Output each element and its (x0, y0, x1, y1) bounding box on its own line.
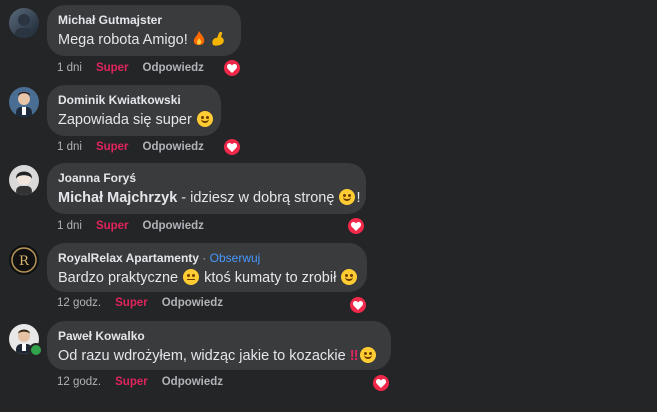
comment-bubble: Joanna Foryś Michał Majchrzyk - idziesz … (47, 163, 366, 214)
comment-bubble: Paweł Kowalko Od razu wdrożyłem, widząc … (47, 321, 391, 370)
fire-emoji-icon (192, 31, 206, 47)
avatar[interactable] (9, 87, 39, 117)
timestamp[interactable]: 1 dni (57, 62, 82, 74)
smile-emoji-icon (339, 189, 356, 205)
reply-button[interactable]: Odpowiedz (143, 220, 204, 232)
heart-reaction-icon[interactable] (371, 373, 391, 393)
timestamp[interactable]: 12 godz. (57, 376, 101, 388)
reply-button[interactable]: Odpowiedz (143, 62, 204, 74)
avatar[interactable] (9, 165, 39, 195)
comment-text: Zapowiada się super (58, 111, 213, 130)
double-exclamation-icon: ‼ (349, 348, 359, 364)
like-button[interactable]: Super (96, 141, 129, 153)
avatar[interactable]: R (9, 245, 39, 275)
follow-button[interactable]: Obserwuj (210, 251, 261, 265)
comment-text: Mega robota Amigo! (58, 31, 229, 50)
comment-actions: 12 godz. Super Odpowiedz (57, 376, 223, 388)
comment-actions: 1 dni Super Odpowiedz (57, 62, 204, 74)
svg-text:R: R (19, 254, 30, 269)
grin-emoji-icon (341, 269, 358, 285)
timestamp[interactable]: 1 dni (57, 141, 82, 153)
smile-emoji-icon (359, 347, 376, 363)
smile-emoji-icon (196, 111, 213, 127)
comment-author[interactable]: Joanna Foryś (58, 171, 354, 186)
avatar[interactable] (9, 8, 39, 38)
like-button[interactable]: Super (96, 62, 129, 74)
comment-actions: 12 godz. Super Odpowiedz (57, 297, 223, 309)
comment-bubble: Michał Gutmajster Mega robota Amigo! (47, 5, 241, 56)
heart-reaction-icon[interactable] (222, 58, 242, 78)
like-button[interactable]: Super (115, 297, 148, 309)
like-button[interactable]: Super (115, 376, 148, 388)
thinking-emoji-icon (183, 269, 200, 285)
reply-button[interactable]: Odpowiedz (143, 141, 204, 153)
heart-reaction-icon[interactable] (346, 216, 366, 236)
reply-button[interactable]: Odpowiedz (162, 297, 223, 309)
online-status-indicator (29, 343, 43, 357)
comment-bubble: Dominik Kwiatkowski Zapowiada się super (47, 85, 221, 136)
comment-text: Od razu wdrożyłem, widząc jakie to kozac… (58, 347, 379, 366)
muscle-emoji-icon (210, 31, 226, 47)
comment-text: Michał Majchrzyk - idziesz w dobrą stron… (58, 189, 361, 206)
timestamp[interactable]: 1 dni (57, 220, 82, 232)
comment-bubble: RoyalRelax Apartamenty · Obserwuj Bardzo… (47, 243, 367, 292)
comment-author[interactable]: Dominik Kwiatkowski (58, 93, 209, 108)
heart-reaction-icon[interactable] (222, 137, 242, 157)
mention-link[interactable]: Michał Majchrzyk (58, 190, 177, 206)
timestamp[interactable]: 12 godz. (57, 297, 101, 309)
reply-button[interactable]: Odpowiedz (162, 376, 223, 388)
comment-author: RoyalRelax Apartamenty · Obserwuj (58, 251, 261, 265)
comment-actions: 1 dni Super Odpowiedz (57, 141, 204, 153)
comment-actions: 1 dni Super Odpowiedz (57, 220, 204, 232)
like-button[interactable]: Super (96, 220, 129, 232)
comment-text: Bardzo praktyczne ktoś kumaty to zrobił (58, 269, 358, 288)
heart-reaction-icon[interactable] (348, 295, 368, 315)
comment-author[interactable]: Paweł Kowalko (58, 329, 379, 344)
comment-author[interactable]: Michał Gutmajster (58, 13, 229, 28)
